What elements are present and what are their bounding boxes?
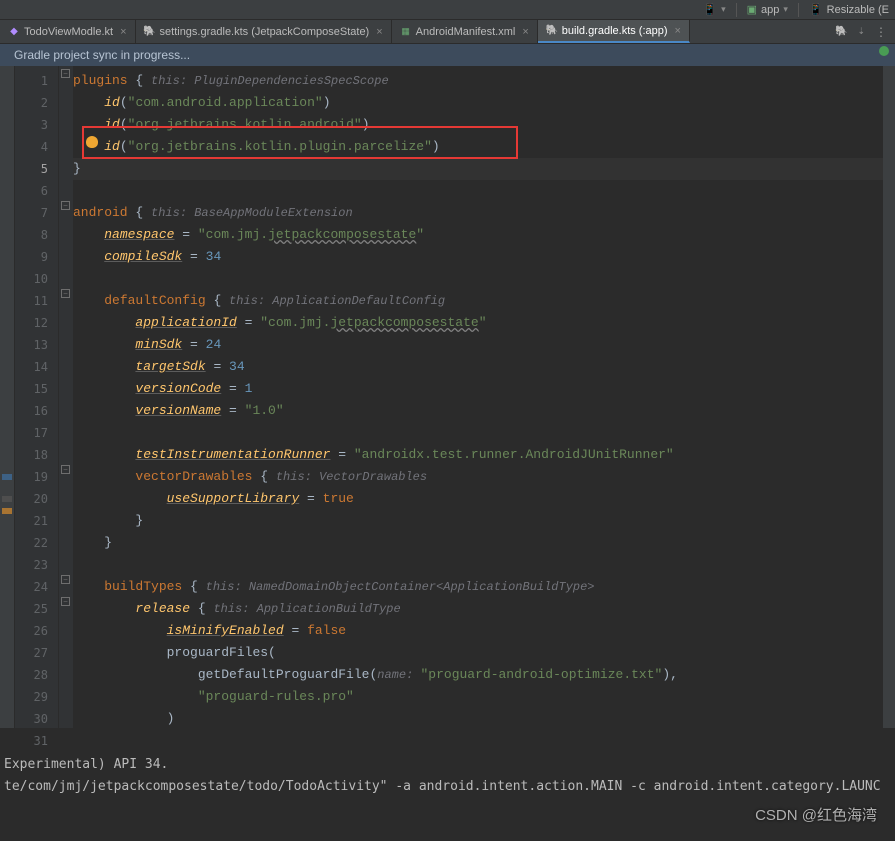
left-marker[interactable]: [2, 474, 12, 480]
fold-icon[interactable]: −: [61, 201, 70, 210]
close-icon[interactable]: ×: [376, 26, 382, 38]
scrollbar[interactable]: [883, 66, 895, 728]
tab-dropdown-icon[interactable]: ⇣: [857, 26, 865, 37]
editor-tabs: ◆ TodoViewModle.kt × 🐘 settings.gradle.k…: [0, 20, 895, 44]
tab-label: build.gradle.kts (:app): [562, 25, 668, 37]
line-numbers: 1234567891011121314151617181920212223242…: [15, 66, 59, 728]
close-icon[interactable]: ×: [522, 26, 528, 38]
intention-bulb-icon[interactable]: [86, 136, 98, 148]
status-indicator-icon: [879, 46, 889, 56]
device-indicator[interactable]: 📱▾: [703, 3, 725, 16]
more-icon[interactable]: ⋮: [875, 25, 887, 39]
fold-icon[interactable]: −: [61, 465, 70, 474]
fold-icon[interactable]: −: [61, 289, 70, 298]
tab-partial-icon[interactable]: 🐘: [835, 26, 847, 37]
close-icon[interactable]: ×: [120, 26, 126, 38]
tabs-overflow: 🐘 ⇣ ⋮: [827, 20, 895, 43]
tab-label: AndroidManifest.xml: [416, 26, 516, 38]
left-marker[interactable]: [2, 508, 12, 514]
watermark: CSDN @红色海湾: [755, 804, 877, 825]
editor: 1234567891011121314151617181920212223242…: [0, 66, 895, 728]
tab-settings-gradle[interactable]: 🐘 settings.gradle.kts (JetpackComposeSta…: [136, 20, 392, 43]
close-icon[interactable]: ×: [675, 25, 681, 37]
left-tool-strip: [0, 66, 15, 728]
tab-build-gradle[interactable]: 🐘 build.gradle.kts (:app) ×: [538, 20, 690, 43]
tab-label: TodoViewModle.kt: [24, 26, 113, 38]
fold-icon[interactable]: −: [61, 69, 70, 78]
top-toolbar: 📱▾ ▣app▾ 📱Resizable (E: [0, 0, 895, 20]
tab-label: settings.gradle.kts (JetpackComposeState…: [160, 26, 370, 38]
sync-message: Gradle project sync in progress...: [14, 48, 190, 62]
console-line: Experimental) API 34.: [4, 757, 168, 772]
gradle-file-icon: 🐘: [546, 25, 558, 37]
fold-column: − − − − − −: [59, 66, 73, 728]
gradle-file-icon: 🐘: [144, 26, 156, 38]
xml-file-icon: ▦: [400, 26, 412, 38]
tab-todoviewmodel[interactable]: ◆ TodoViewModle.kt ×: [0, 20, 136, 43]
resizable-toggle[interactable]: 📱Resizable (E: [809, 3, 889, 16]
fold-icon[interactable]: −: [61, 575, 70, 584]
fold-icon[interactable]: −: [61, 597, 70, 606]
code-area[interactable]: plugins { this: PluginDependenciesSpecSc…: [73, 66, 883, 728]
left-marker[interactable]: [2, 496, 12, 502]
run-config[interactable]: ▣app▾: [747, 3, 788, 16]
gradle-sync-banner: Gradle project sync in progress...: [0, 44, 895, 66]
kotlin-file-icon: ◆: [8, 26, 20, 38]
tab-manifest[interactable]: ▦ AndroidManifest.xml ×: [392, 20, 538, 43]
console-line: te/com/jmj/jetpackcomposestate/todo/Todo…: [4, 779, 881, 794]
